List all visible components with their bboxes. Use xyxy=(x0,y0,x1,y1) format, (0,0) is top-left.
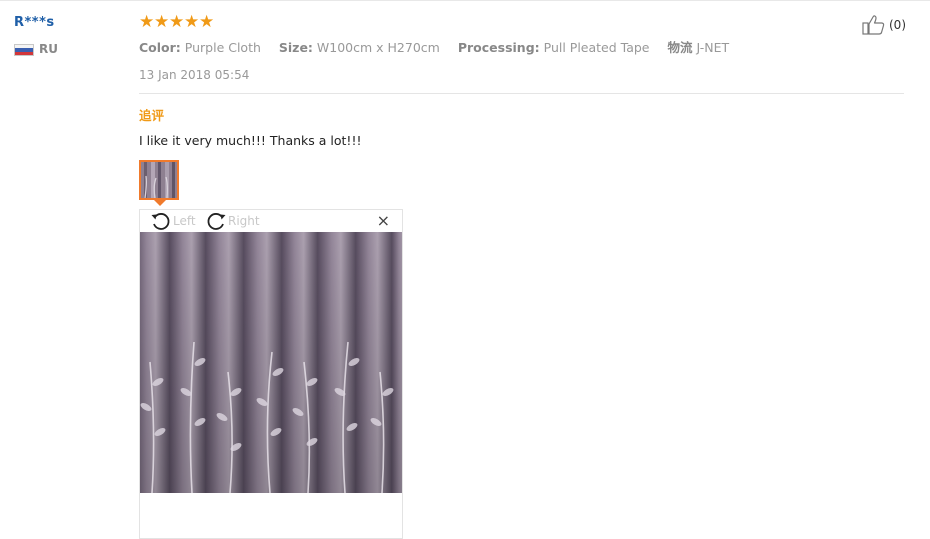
attribute-processing: Processing: Pull Pleated Tape xyxy=(458,40,650,55)
attribute-key: Color: xyxy=(139,40,181,55)
top-border xyxy=(0,0,930,1)
close-icon[interactable]: × xyxy=(377,212,390,230)
attribute-value: Pull Pleated Tape xyxy=(543,40,650,55)
rotate-left-label: Left xyxy=(173,214,196,228)
star-icon: ★ xyxy=(139,12,155,32)
thumbs-up-icon xyxy=(862,15,885,35)
photo-viewer: Left Right × xyxy=(139,209,403,539)
star-icon: ★ xyxy=(169,12,185,32)
attribute-color: Color: Purple Cloth xyxy=(139,40,261,55)
russia-flag-icon xyxy=(14,44,34,56)
attribute-logistics: 物流 J-NET xyxy=(667,40,729,55)
review-date: 13 Jan 2018 05:54 xyxy=(139,68,250,82)
thumbnail-pointer xyxy=(154,200,166,206)
purple-curtain-photo xyxy=(140,232,402,493)
helpful-count: (0) xyxy=(889,18,906,32)
curtain-thumbnail-image xyxy=(141,162,177,198)
rotate-right-label: Right xyxy=(228,214,260,228)
rotate-right-button[interactable]: Right xyxy=(205,211,260,231)
star-icon: ★ xyxy=(184,12,200,32)
additional-feedback-label: 追评 xyxy=(139,108,165,123)
reviewer-country: RU xyxy=(39,42,58,56)
divider xyxy=(139,93,904,94)
star-icon: ★ xyxy=(154,12,170,32)
attribute-key: Size: xyxy=(278,40,313,55)
helpful-button[interactable]: (0) xyxy=(862,14,906,36)
reviewer-name: R***s xyxy=(14,15,55,30)
attribute-size: Size: W100cm x H270cm xyxy=(279,40,440,55)
order-attributes: Color: Purple Cloth Size: W100cm x H270c… xyxy=(139,37,743,56)
rotate-left-icon xyxy=(151,213,170,230)
rotate-right-icon xyxy=(207,213,226,230)
star-rating: ★★★★★ xyxy=(139,11,214,33)
viewer-toolbar: Left Right × xyxy=(140,210,402,232)
star-icon: ★ xyxy=(199,12,215,32)
attribute-value: Purple Cloth xyxy=(184,40,261,55)
attribute-key: Processing: xyxy=(457,40,540,55)
attribute-key: 物流 xyxy=(667,40,693,55)
attribute-value: W100cm x H270cm xyxy=(316,40,440,55)
review-photo xyxy=(140,232,402,493)
review-photo-thumbnail[interactable] xyxy=(139,160,179,200)
rotate-left-button[interactable]: Left xyxy=(150,211,196,231)
review-comment: I like it very much!!! Thanks a lot!!! xyxy=(139,133,362,148)
attribute-value: J-NET xyxy=(696,40,730,55)
